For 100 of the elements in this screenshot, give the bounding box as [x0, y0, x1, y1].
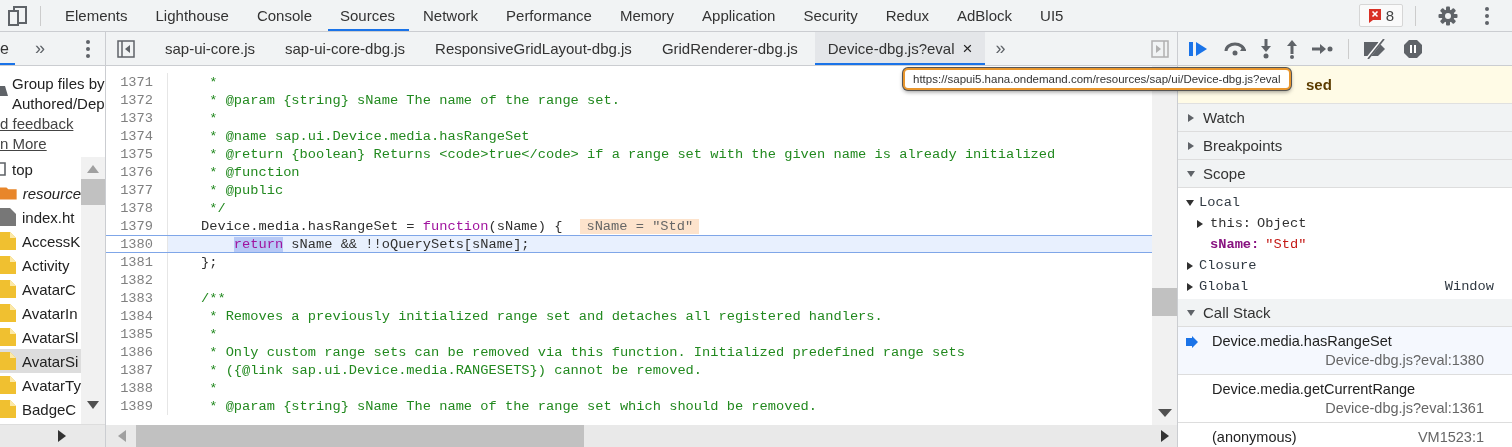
scroll-down-icon[interactable] [1157, 409, 1172, 417]
code-line: Device.media.hasRangeSet = function(sName) { [201, 218, 563, 234]
code-line: * @public [208, 182, 284, 198]
code-line: }; [201, 254, 218, 270]
url-tooltip: https://sapui5.hana.ondemand.com/resources/sap/ui/Device-dbg.js?eval [903, 68, 1291, 90]
current-frame-icon [1186, 335, 1198, 348]
scrollbar[interactable] [0, 424, 105, 447]
section-header[interactable]: Breakpoints [1178, 132, 1512, 160]
sidebar-toggle-icon[interactable] [1151, 39, 1169, 58]
more-options-icon[interactable] [85, 38, 91, 59]
section-header[interactable]: Watch [1178, 104, 1512, 132]
scrollbar-thumb[interactable] [136, 425, 584, 447]
scroll-right-icon[interactable] [1161, 430, 1169, 442]
frame-location: Device-dbg.js?eval:1380 [1324, 351, 1484, 370]
call-frame[interactable]: Device.media.hasRangeSet Device-dbg.js?eval:1380 [1178, 327, 1512, 375]
function-name: (anonymous) [1212, 428, 1297, 447]
panel-tab[interactable]: Network [411, 0, 493, 31]
script-file-icon [0, 232, 16, 250]
tree-item[interactable]: resource [0, 181, 81, 205]
panel-tab[interactable]: Application [690, 0, 790, 31]
panel-tab[interactable]: UI5 [1028, 0, 1078, 31]
tree-item[interactable]: AvatarTy [0, 373, 81, 397]
scrollbar-thumb[interactable] [1152, 288, 1177, 316]
code-line: /** [201, 290, 226, 306]
file-tab[interactable]: sap-ui-core-dbg.js [272, 32, 419, 65]
step-out-icon[interactable] [1286, 38, 1298, 59]
variable-name: this: [1210, 216, 1252, 231]
scope-name: Closure [1199, 258, 1257, 273]
script-file-icon [0, 256, 16, 274]
panel-tab[interactable]: Console [244, 0, 326, 31]
tree-item[interactable]: index.ht [0, 205, 81, 229]
link[interactable]: n More [0, 134, 47, 154]
script-file-icon [0, 352, 16, 370]
scope-item[interactable]: Global Window [1178, 276, 1512, 297]
function-name: Device.media.getCurrentRange [1212, 380, 1416, 399]
scroll-down-icon[interactable] [87, 401, 99, 409]
script-file-icon [0, 328, 16, 346]
step-icon[interactable] [1312, 42, 1334, 55]
error-count-badge[interactable]: 8 [1358, 4, 1403, 27]
navigator-tab[interactable]: e [0, 32, 15, 65]
frame-icon [0, 161, 6, 177]
more-options-icon[interactable] [1484, 5, 1490, 26]
panel-tab[interactable]: Performance [494, 0, 606, 31]
more-tabs-button[interactable]: » [995, 38, 1006, 59]
panel-tab[interactable]: Elements [53, 0, 142, 31]
tree-item[interactable]: AvatarC [0, 277, 81, 301]
code-line: * [208, 380, 218, 396]
tree-item[interactable]: Activity [0, 253, 81, 277]
variable-value: Object [1257, 216, 1307, 231]
tree-item[interactable]: AvatarIn [0, 301, 81, 325]
expand-arrow-icon [1187, 169, 1195, 178]
error-count: 8 [1385, 7, 1394, 24]
section-header[interactable]: Call Stack [1178, 299, 1512, 327]
variable-name: sName: [1210, 237, 1260, 252]
tree-item[interactable]: BadgeC [0, 397, 81, 421]
file-tab[interactable]: Device-dbg.js?eval × [814, 32, 986, 65]
file-tab[interactable]: sap-ui-core.js [152, 32, 269, 65]
code-line: * @param {string} sName The name of the range set which should be removed. [208, 398, 818, 414]
script-file-icon [0, 376, 16, 394]
more-tabs-button[interactable]: » [34, 38, 45, 59]
scrollbar-thumb[interactable] [81, 179, 105, 205]
step-over-icon[interactable] [1224, 41, 1246, 56]
panel-tab[interactable]: Lighthouse [143, 0, 243, 31]
panel-tab[interactable]: AdBlock [945, 0, 1027, 31]
link[interactable]: d feedback [0, 114, 74, 134]
file-tab[interactable]: ResponsiveGridLayout-dbg.js [422, 32, 645, 65]
scrollbar[interactable] [106, 425, 1177, 447]
script-file-icon [0, 280, 16, 298]
tree-item[interactable]: AvatarSi [0, 349, 81, 373]
tree-item[interactable]: AccessK [0, 229, 81, 253]
expand-arrow-icon[interactable] [1196, 219, 1204, 228]
call-frame[interactable]: Device.media.getCurrentRange Device-dbg.js?eval:1361 [1178, 375, 1512, 423]
file-tab[interactable]: GridRenderer-dbg.js [648, 32, 811, 65]
scope-name: Local [1199, 195, 1241, 210]
expand-arrow-icon [1186, 261, 1194, 270]
sidebar-toggle-icon[interactable] [117, 39, 135, 58]
frame-location: Device-dbg.js?eval:1361 [1324, 399, 1484, 418]
step-into-icon[interactable] [1260, 38, 1272, 59]
pause-icon[interactable] [1403, 38, 1423, 59]
section-header[interactable]: Scope [1178, 160, 1512, 188]
expand-arrow-icon [1186, 198, 1194, 207]
expand-arrow-icon [1187, 141, 1195, 150]
device-toggle-icon[interactable] [8, 4, 28, 27]
panel-tab[interactable]: Security [791, 0, 872, 31]
tree-item[interactable]: AvatarSl [0, 325, 81, 349]
panel-tab[interactable]: Redux [873, 0, 943, 31]
code-line: * @name sap.ui.Device.media.hasRangeSet [208, 128, 530, 144]
scope-item[interactable]: Local [1178, 192, 1512, 213]
panel-tab[interactable]: Memory [607, 0, 689, 31]
expand-arrow-icon [1187, 308, 1195, 317]
scope-item[interactable]: Closure [1178, 255, 1512, 276]
expand-arrow-icon [1186, 282, 1194, 291]
script-file-icon [0, 400, 16, 418]
tree-item[interactable]: top [0, 157, 81, 181]
settings-icon[interactable] [1438, 5, 1458, 26]
group-option-label: Group files by Authored/Dep [12, 74, 105, 114]
scroll-right-icon[interactable] [58, 430, 66, 442]
scrollbar[interactable] [81, 157, 105, 424]
close-tab-button[interactable]: × [962, 38, 973, 59]
call-frame[interactable]: (anonymous) VM1523:1 [1178, 423, 1512, 447]
